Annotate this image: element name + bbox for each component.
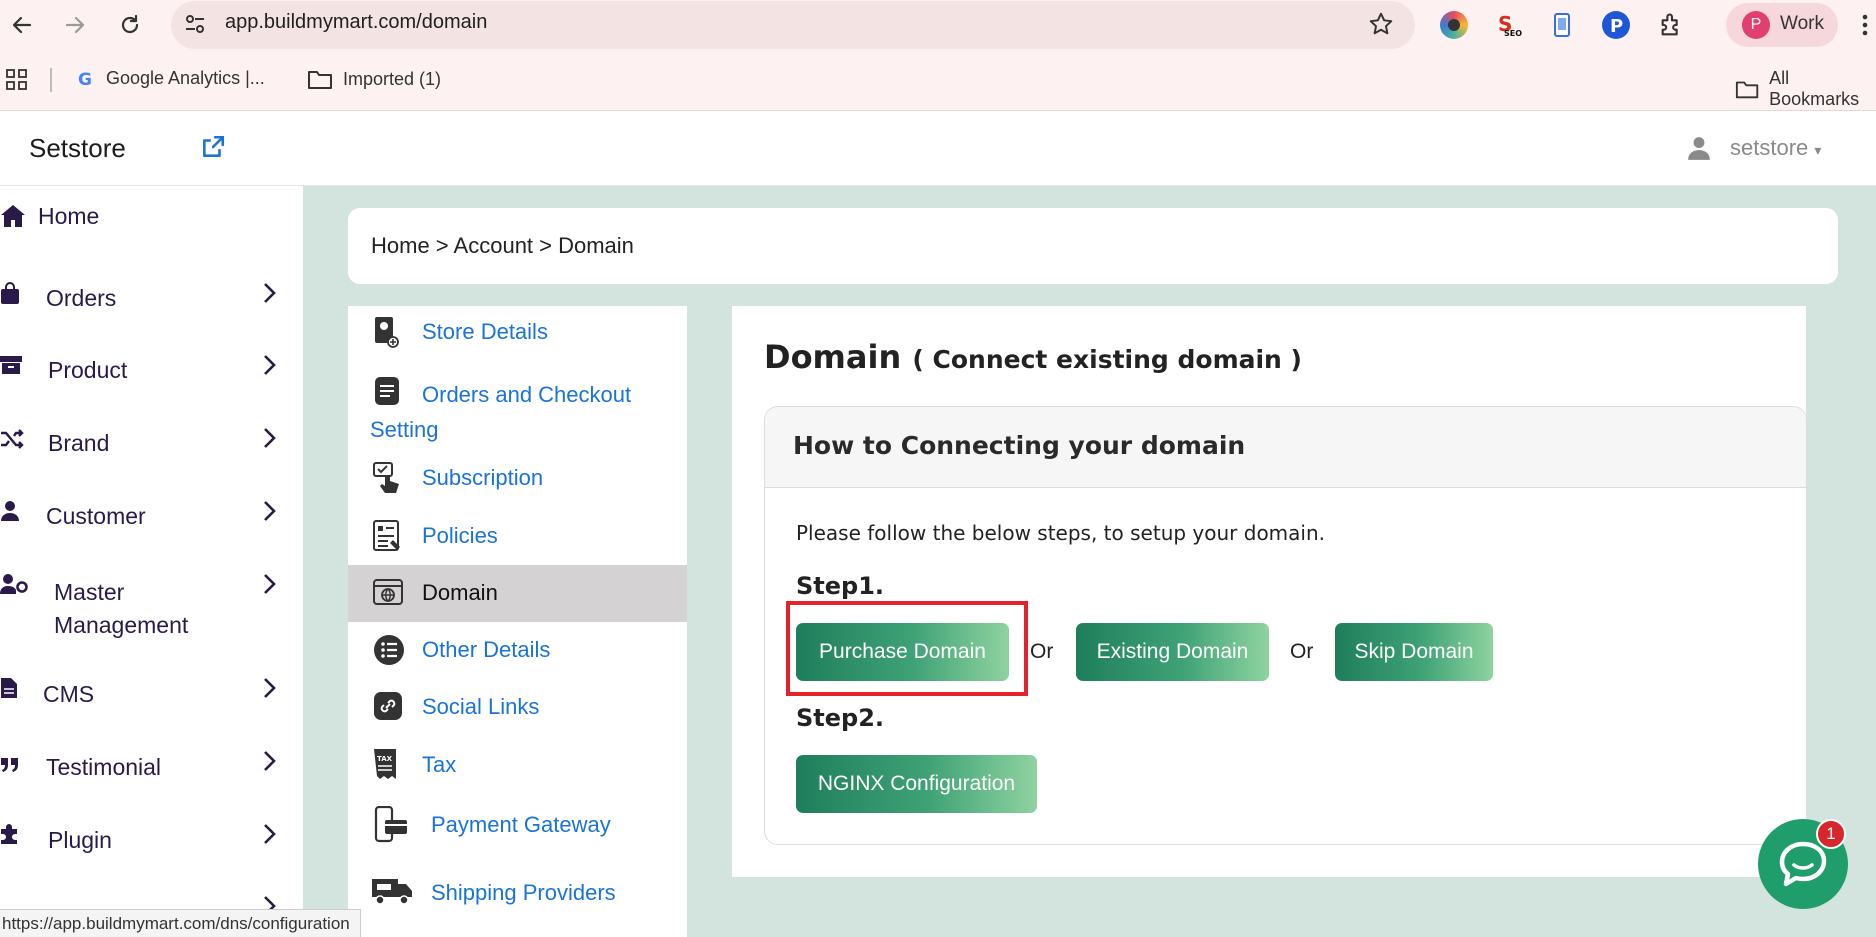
sidebar-item-orders[interactable]: Orders bbox=[0, 282, 303, 322]
profile-name[interactable]: Work bbox=[1780, 13, 1824, 35]
sidebar-item-testimonial[interactable]: Testimonial bbox=[0, 750, 303, 790]
subnav-item-payment-gateway[interactable]: Payment Gateway bbox=[348, 804, 687, 846]
home-icon bbox=[0, 204, 26, 234]
chevron-right-icon bbox=[262, 573, 276, 601]
bookmark-star-icon[interactable] bbox=[1368, 11, 1394, 41]
list-icon bbox=[373, 634, 405, 672]
chevron-right-icon bbox=[262, 677, 276, 705]
user-icon bbox=[0, 500, 20, 528]
instruction-text: Please follow the below steps, to setup … bbox=[796, 521, 1326, 545]
apps-grid-icon[interactable] bbox=[6, 69, 28, 95]
svg-text:P: P bbox=[1610, 16, 1623, 37]
chevron-right-icon bbox=[262, 823, 276, 851]
or-separator: Or bbox=[1030, 640, 1054, 663]
shuffle-icon bbox=[0, 428, 24, 455]
subnav-item-tax[interactable]: TAX Tax bbox=[348, 747, 687, 785]
profile-avatar[interactable]: P bbox=[1742, 11, 1770, 39]
breadcrumb: Home > Account > Domain bbox=[371, 233, 634, 258]
subscription-icon bbox=[373, 462, 403, 500]
tax-icon: TAX bbox=[373, 748, 397, 786]
site-settings-icon[interactable] bbox=[183, 12, 207, 40]
link-status-bar: https://app.buildmymart.com/dns/configur… bbox=[0, 909, 361, 937]
subnav-item-domain[interactable]: Domain bbox=[348, 565, 687, 622]
chevron-right-icon bbox=[262, 427, 276, 455]
url-text[interactable]: app.buildmymart.com/domain bbox=[225, 11, 487, 34]
highlight-box bbox=[786, 601, 1028, 696]
store-details-icon bbox=[373, 316, 399, 354]
bookmark-google-analytics[interactable]: G Google Analytics |... bbox=[76, 68, 265, 89]
page-title: Domain ( Connect existing domain ) bbox=[764, 338, 1302, 376]
how-to-title: How to Connecting your domain bbox=[793, 431, 1246, 460]
folder-icon bbox=[308, 71, 332, 89]
chat-notification-badge: 1 bbox=[1816, 819, 1846, 849]
subnav-item-policies[interactable]: Policies bbox=[348, 518, 687, 556]
nginx-configuration-button[interactable]: NGINX Configuration bbox=[796, 755, 1037, 813]
sidebar-item-cms[interactable]: CMS bbox=[0, 677, 303, 717]
subnav-item-shipping-providers[interactable]: Shipping Providers bbox=[348, 872, 687, 912]
domain-icon bbox=[373, 577, 403, 613]
link-icon bbox=[373, 691, 403, 727]
bag-icon bbox=[0, 282, 20, 312]
sidebar-item-brand[interactable]: Brand bbox=[0, 427, 303, 467]
sidebar-item-product[interactable]: Product bbox=[0, 354, 303, 394]
user-menu[interactable]: setstore ▾ bbox=[1730, 135, 1821, 161]
bookmarks-bar bbox=[0, 50, 1876, 111]
chevron-right-icon bbox=[262, 500, 276, 528]
back-icon[interactable] bbox=[9, 12, 35, 38]
bookmark-all[interactable]: All Bookmarks bbox=[1735, 68, 1876, 110]
extensions-puzzle-icon[interactable] bbox=[1658, 11, 1686, 39]
app-header bbox=[0, 111, 1876, 186]
sidebar-item-plugin[interactable]: Plugin bbox=[0, 823, 303, 863]
chevron-right-icon bbox=[262, 354, 276, 382]
how-to-card-header: How to Connecting your domain bbox=[765, 407, 1806, 488]
or-separator: Or bbox=[1290, 640, 1314, 663]
sidebar-item-customer[interactable]: Customer bbox=[0, 500, 303, 540]
existing-domain-button[interactable]: Existing Domain bbox=[1076, 623, 1269, 681]
user-avatar-icon[interactable] bbox=[1686, 135, 1712, 165]
svg-text:TAX: TAX bbox=[377, 755, 393, 763]
forward-icon[interactable] bbox=[62, 12, 88, 38]
google-icon: G bbox=[78, 70, 92, 89]
user-gear-icon bbox=[0, 573, 28, 601]
chat-bubble-icon bbox=[1779, 841, 1827, 887]
puzzle-icon bbox=[0, 823, 22, 851]
mobile-extension-icon[interactable] bbox=[1548, 11, 1576, 39]
svg-text:SEO: SEO bbox=[1504, 29, 1522, 38]
quote-icon bbox=[0, 752, 20, 779]
subnav-item-other-details[interactable]: Other Details bbox=[348, 632, 687, 670]
svg-text:G: G bbox=[78, 70, 92, 89]
policies-icon bbox=[373, 520, 403, 558]
file-icon bbox=[0, 677, 18, 705]
skip-domain-button[interactable]: Skip Domain bbox=[1335, 623, 1493, 681]
truck-icon bbox=[371, 874, 413, 912]
browser-menu-icon[interactable] bbox=[1860, 12, 1870, 42]
chevron-right-icon bbox=[262, 282, 276, 310]
p-extension-icon[interactable]: P bbox=[1602, 11, 1630, 39]
folder-icon bbox=[1735, 81, 1759, 99]
subnav-item-social-links[interactable]: Social Links bbox=[348, 689, 687, 727]
subnav-item-store-details[interactable]: Store Details bbox=[348, 314, 687, 352]
step1-label: Step1. bbox=[796, 572, 885, 600]
color-extension-icon[interactable] bbox=[1440, 11, 1468, 39]
external-link-icon[interactable] bbox=[200, 134, 226, 164]
bookmarks-separator bbox=[50, 68, 52, 92]
reload-icon[interactable] bbox=[117, 12, 143, 38]
step2-label: Step2. bbox=[796, 704, 885, 732]
archive-icon bbox=[0, 354, 22, 382]
sidebar-item-master-management[interactable]: Master Management bbox=[0, 573, 303, 643]
bookmark-imported[interactable]: Imported (1) bbox=[307, 68, 441, 90]
page-subtitle: ( Connect existing domain ) bbox=[912, 345, 1302, 374]
seo-extension-icon[interactable]: S SEO bbox=[1494, 11, 1522, 39]
brand-name[interactable]: Setstore bbox=[29, 133, 126, 164]
sidebar-item-home[interactable]: Home bbox=[0, 203, 303, 243]
payment-icon bbox=[373, 805, 409, 850]
chevron-right-icon bbox=[262, 750, 276, 778]
subnav-item-subscription[interactable]: Subscription bbox=[348, 460, 687, 498]
subnav-item-orders-checkout[interactable]: Orders and Checkout Setting bbox=[348, 373, 687, 443]
